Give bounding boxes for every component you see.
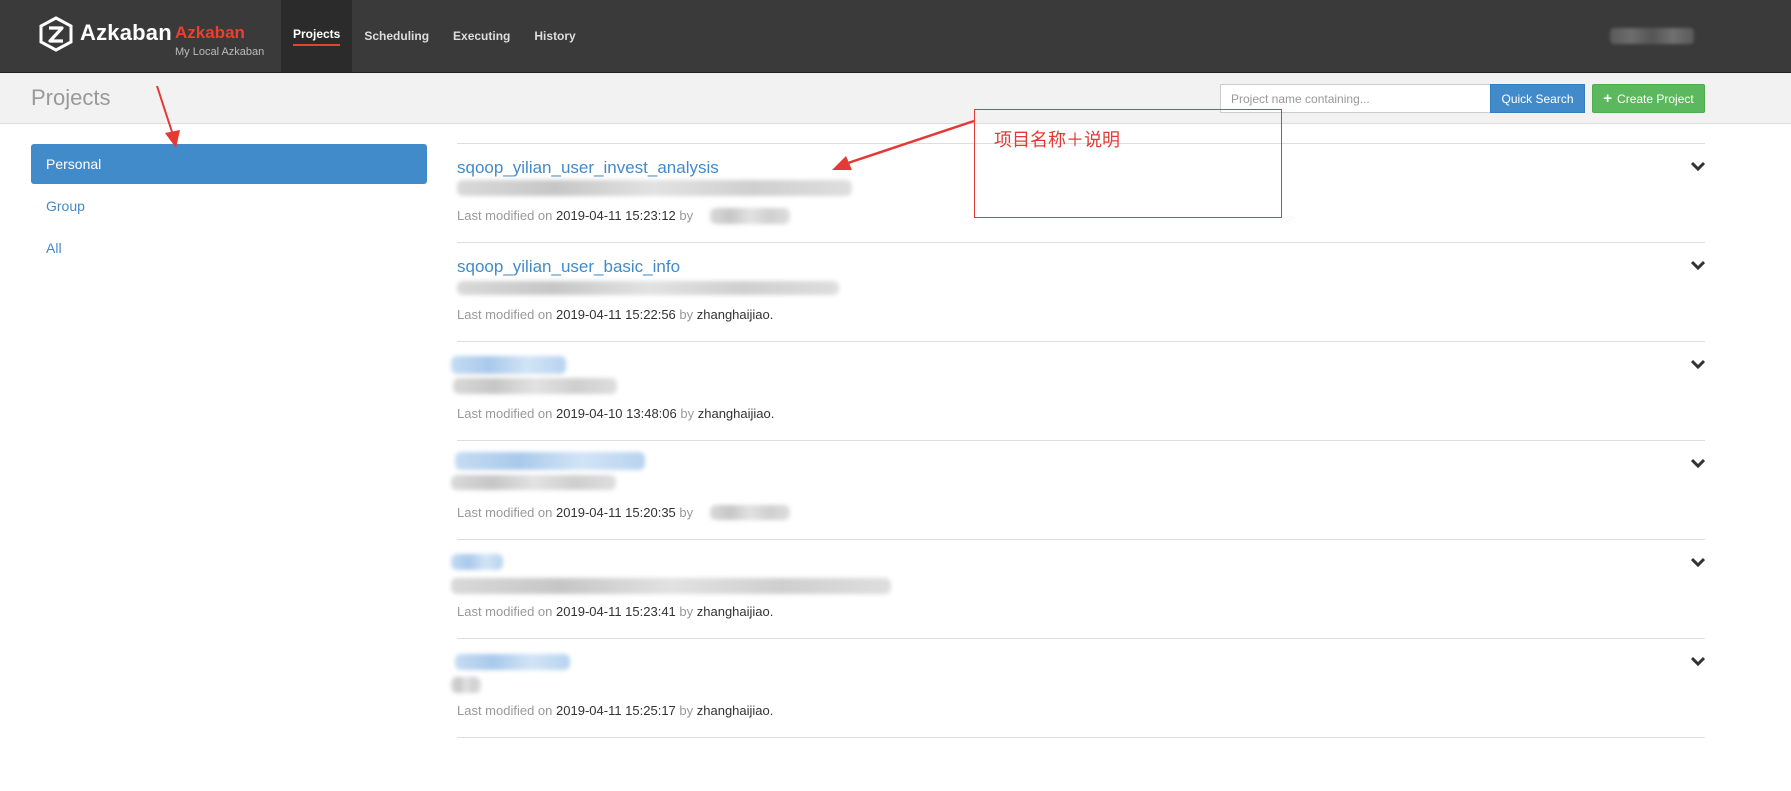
top-navbar: Azkaban Azkaban My Local Azkaban Project… <box>0 0 1791 73</box>
chevron-down-icon[interactable] <box>1691 259 1705 271</box>
modified-label: Last modified on <box>457 406 553 421</box>
redacted-project-name <box>451 356 566 374</box>
chevron-down-icon[interactable] <box>1691 457 1705 469</box>
by-label: by <box>680 406 695 421</box>
nav-scheduling[interactable]: Scheduling <box>352 0 441 72</box>
chevron-down-icon[interactable] <box>1691 160 1705 172</box>
create-project-button[interactable]: + Create Project <box>1592 84 1705 113</box>
project-modified-info: Last modified on 2019-04-11 15:23:41 by … <box>457 604 773 619</box>
modified-user: zhanghaijiao. <box>696 703 774 718</box>
by-label: by <box>679 604 694 619</box>
project-modified-info: Last modified on 2019-04-11 15:25:17 by … <box>457 703 773 718</box>
redacted-description <box>453 378 617 394</box>
modified-label: Last modified on <box>457 505 553 520</box>
create-project-label: Create Project <box>1617 91 1694 106</box>
main-nav: Projects Scheduling Executing History <box>281 0 588 72</box>
redacted-description <box>451 578 891 594</box>
project-list: sqoop_yilian_user_invest_analysis Last m… <box>451 143 1705 738</box>
redacted-description <box>457 180 852 196</box>
chevron-down-icon[interactable] <box>1691 358 1705 370</box>
brand-env-name: Azkaban <box>175 23 245 42</box>
redacted-project-name <box>451 554 503 570</box>
chevron-down-icon[interactable] <box>1691 655 1705 667</box>
nav-projects-label: Projects <box>293 27 341 46</box>
redacted-project-name <box>455 452 645 470</box>
project-modified-info: Last modified on 2019-04-10 13:48:06 by … <box>457 406 774 421</box>
by-label: by <box>679 208 694 223</box>
sidebar-item-personal[interactable]: Personal <box>31 144 427 184</box>
nav-history-label: History <box>534 29 576 43</box>
by-label: by <box>679 307 694 322</box>
azkaban-logo-icon <box>39 16 73 52</box>
project-modified-info: Last modified on 2019-04-11 15:22:56 by … <box>457 307 773 322</box>
project-row: Last modified on 2019-04-10 13:48:06 by … <box>451 342 1705 441</box>
modified-user: zhanghaijiao. <box>697 406 775 421</box>
redacted-description <box>457 281 839 295</box>
redacted-project-name <box>455 654 570 670</box>
annotation-text: 项目名称＋说明 <box>994 130 1120 151</box>
project-row: sqoop_yilian_user_basic_info Last modifi… <box>457 243 1705 342</box>
modified-label: Last modified on <box>457 208 553 223</box>
project-row: Last modified on 2019-04-11 15:23:41 by … <box>451 540 1705 639</box>
modified-user: zhanghaijiao. <box>696 307 774 322</box>
modified-date: 2019-04-11 15:25:17 <box>556 703 676 718</box>
redacted-description <box>451 677 481 693</box>
modified-label: Last modified on <box>457 703 553 718</box>
sidebar-item-all[interactable]: All <box>31 228 427 268</box>
nav-projects[interactable]: Projects <box>281 0 353 72</box>
plus-icon: + <box>1603 89 1613 107</box>
chevron-down-icon[interactable] <box>1691 556 1705 568</box>
nav-scheduling-label: Scheduling <box>364 29 430 43</box>
modified-date: 2019-04-11 15:23:12 <box>556 208 676 223</box>
modified-date: 2019-04-11 15:23:41 <box>556 604 676 619</box>
nav-executing-label: Executing <box>453 29 511 43</box>
brand-env-desc: My Local Azkaban <box>175 46 265 58</box>
redacted-user <box>710 505 790 520</box>
page-header: Projects Quick Search + Create Project <box>0 73 1791 124</box>
project-filter-sidebar: Personal Group All <box>31 144 427 270</box>
nav-executing[interactable]: Executing <box>441 0 522 72</box>
modified-user: zhanghaijiao. <box>696 604 774 619</box>
project-modified-info: Last modified on 2019-04-11 15:20:35 by <box>457 505 693 520</box>
by-label: by <box>679 505 694 520</box>
project-row: Last modified on 2019-04-11 15:25:17 by … <box>451 639 1705 738</box>
redacted-user <box>710 208 790 224</box>
by-label: by <box>679 703 694 718</box>
modified-date: 2019-04-10 13:48:06 <box>556 406 677 421</box>
project-name-link[interactable]: sqoop_yilian_user_invest_analysis <box>457 158 719 178</box>
redacted-description <box>451 475 616 490</box>
brand-name: Azkaban <box>80 20 172 45</box>
quick-search-button[interactable]: Quick Search <box>1490 84 1585 113</box>
project-row: Last modified on 2019-04-11 15:20:35 by <box>451 441 1705 540</box>
modified-date: 2019-04-11 15:22:56 <box>556 307 676 322</box>
user-menu-redacted[interactable] <box>1610 28 1694 44</box>
project-name-link[interactable]: sqoop_yilian_user_basic_info <box>457 257 680 277</box>
modified-date: 2019-04-11 15:20:35 <box>556 505 676 520</box>
page-title: Projects <box>31 85 111 110</box>
nav-history[interactable]: History <box>522 0 587 72</box>
project-modified-info: Last modified on 2019-04-11 15:23:12 by <box>457 208 693 223</box>
modified-label: Last modified on <box>457 604 553 619</box>
sidebar-item-group[interactable]: Group <box>31 186 427 226</box>
modified-label: Last modified on <box>457 307 553 322</box>
